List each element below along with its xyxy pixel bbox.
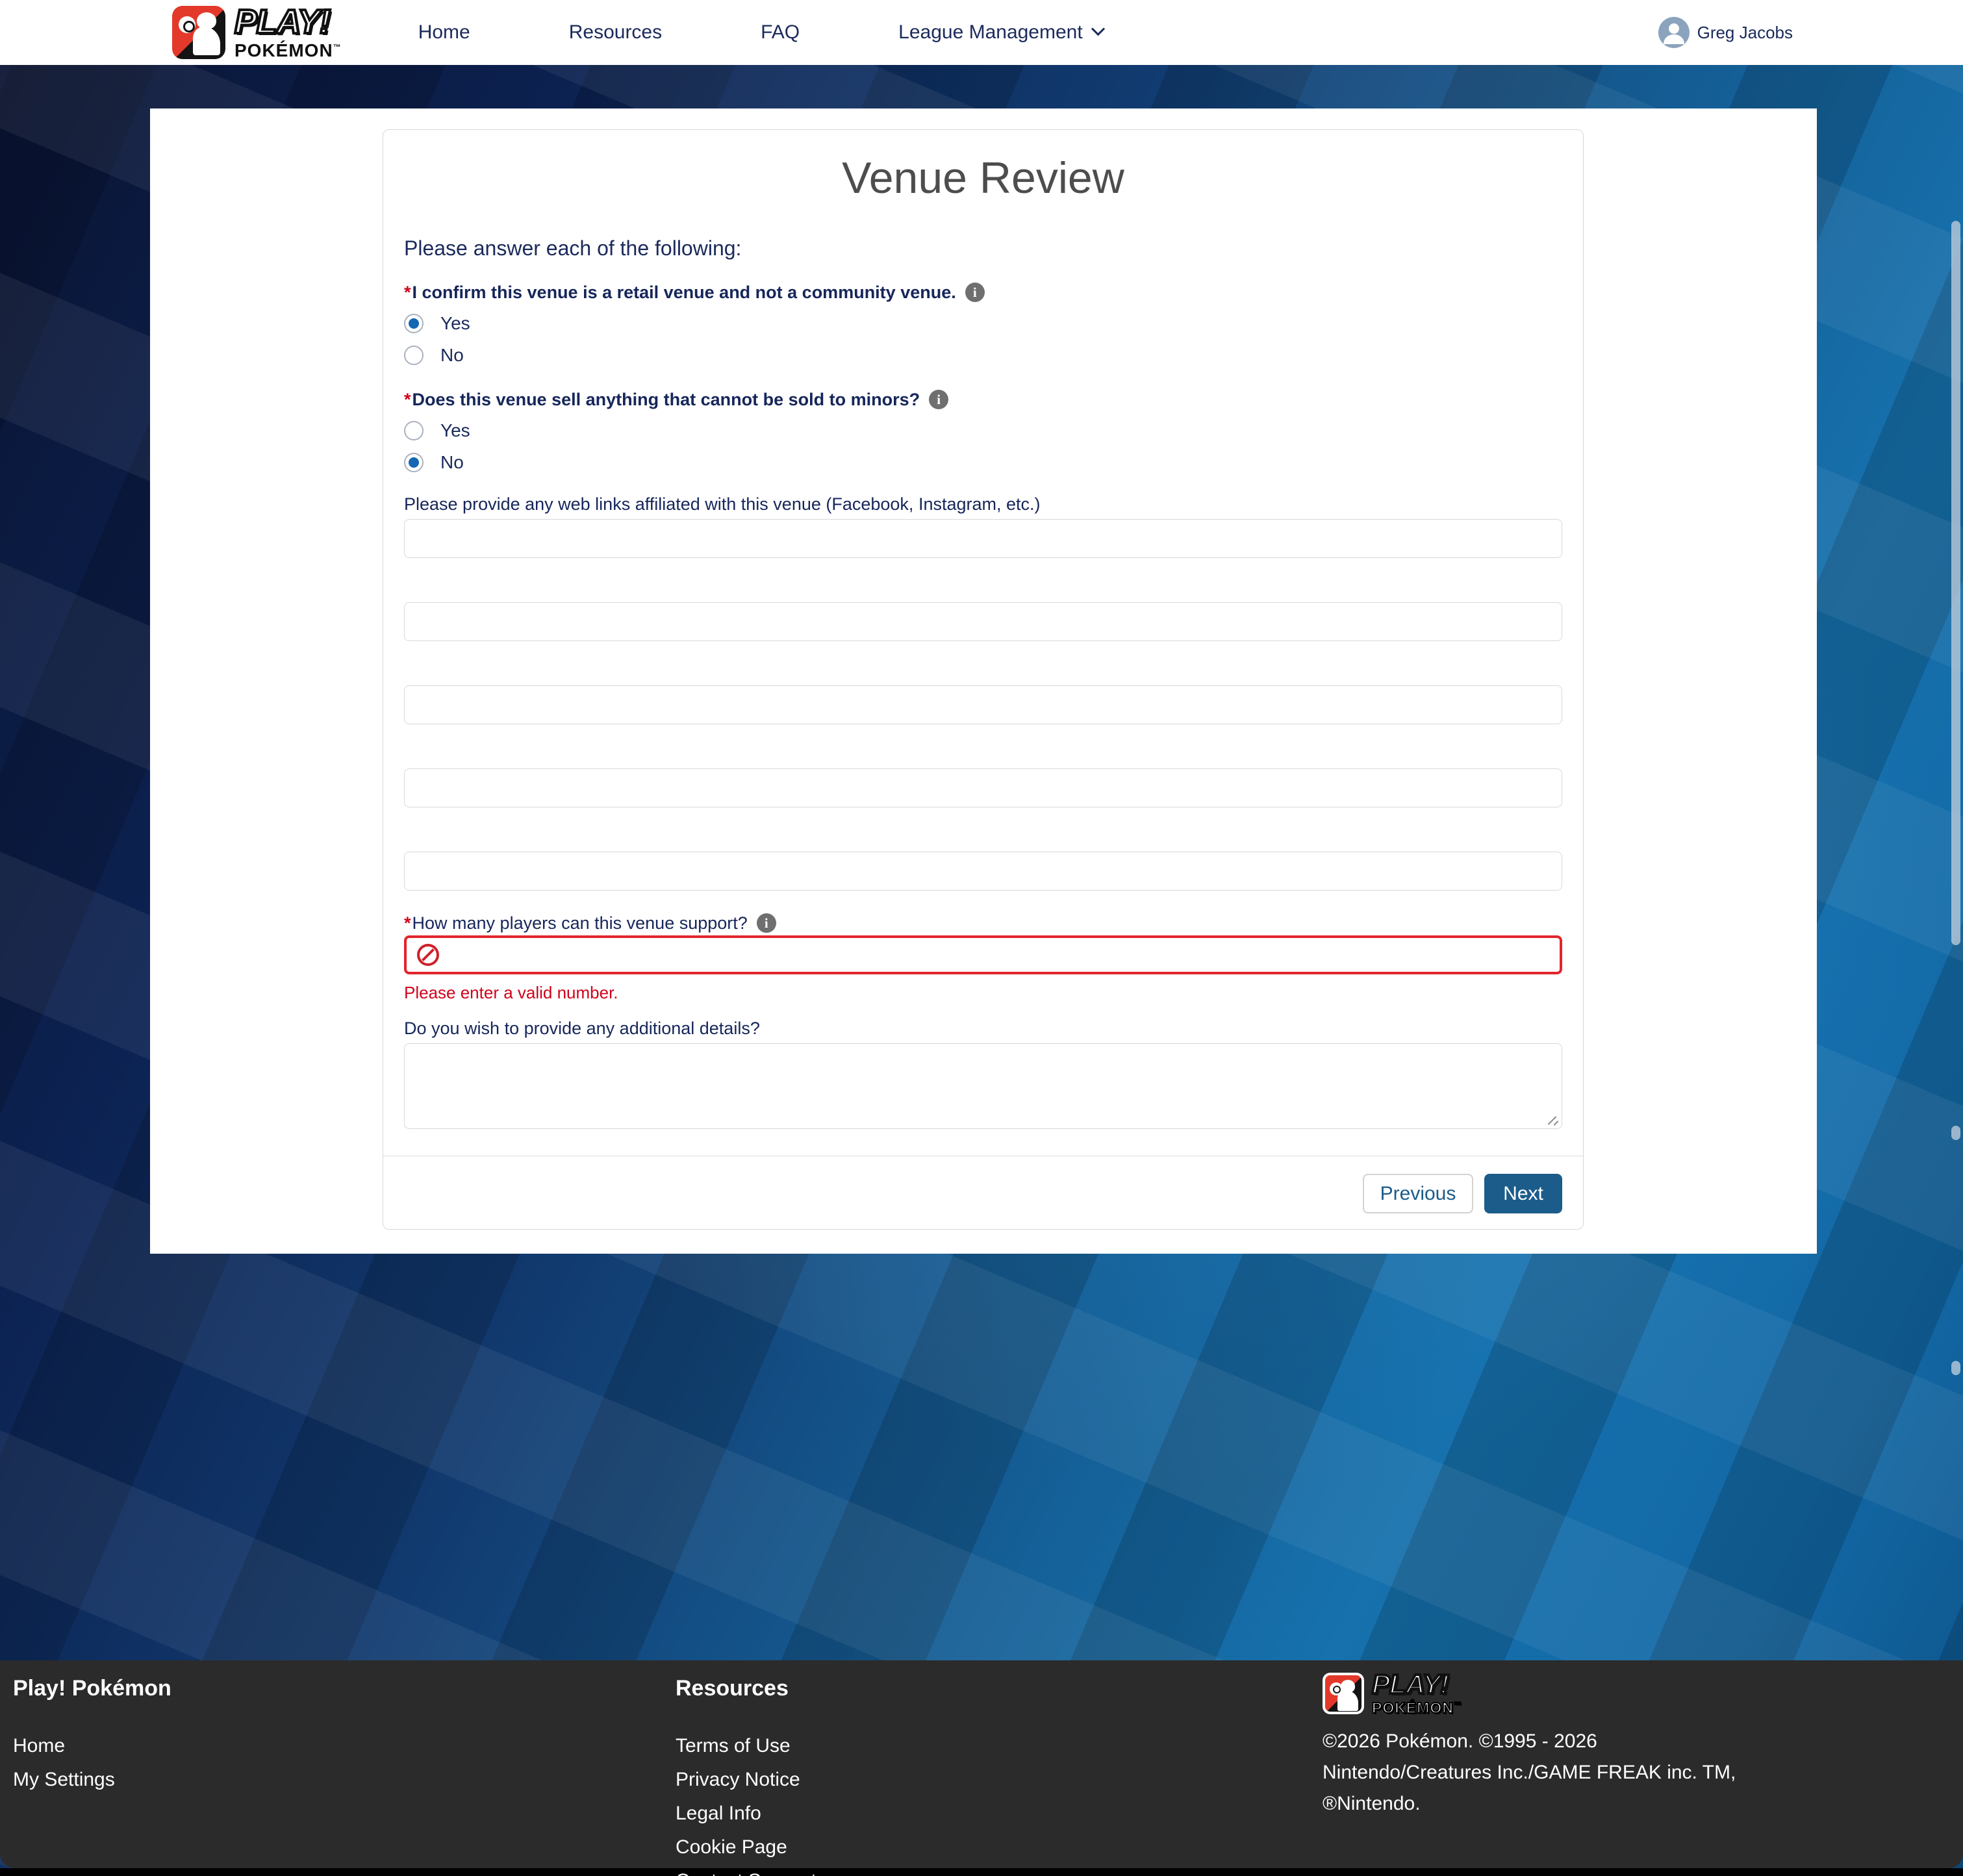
brand-wordmark: PLAY! POKÉMON™ xyxy=(234,5,342,60)
footer-play-pokemon-logo: PLAY! POKÉMON™ xyxy=(1323,1671,1963,1716)
question-player-capacity: *How many players can this venue support… xyxy=(404,913,1562,933)
radio-label: No xyxy=(440,452,464,473)
info-icon[interactable]: i xyxy=(929,390,948,409)
main-nav: Home Resources FAQ League Management xyxy=(418,21,1103,44)
radio-button[interactable] xyxy=(404,346,424,365)
trademark-symbol: ™ xyxy=(1454,1700,1462,1709)
brand-play-text: PLAY! xyxy=(234,5,342,39)
question-text: *Does this venue sell anything that cann… xyxy=(404,388,920,411)
chevron-down-icon xyxy=(1091,22,1105,36)
footer-column-play-pokemon: Play! Pokémon Home My Settings xyxy=(13,1671,676,1868)
info-icon[interactable]: i xyxy=(965,283,985,302)
copyright-line: Nintendo/Creatures Inc./GAME FREAK inc. … xyxy=(1323,1757,1894,1788)
page: PLAY! POKÉMON™ Home Resources FAQ League… xyxy=(0,0,1963,1876)
question-text: *How many players can this venue support… xyxy=(404,913,748,933)
trademark-symbol: ™ xyxy=(333,43,342,52)
radio-option-retail-yes[interactable]: Yes xyxy=(404,314,1562,333)
footer-link-terms-of-use[interactable]: Terms of Use xyxy=(676,1735,1323,1757)
radio-option-minors-yes[interactable]: Yes xyxy=(404,421,1562,440)
footer-link-legal-info[interactable]: Legal Info xyxy=(676,1803,1323,1825)
question-retail-venue: *I confirm this venue is a retail venue … xyxy=(404,281,1562,303)
web-link-input-2[interactable] xyxy=(404,602,1562,641)
player-capacity-field-error xyxy=(404,935,1562,974)
brand-pokemon-text: POKÉMON™ xyxy=(1372,1701,1462,1716)
required-asterisk: * xyxy=(404,283,411,302)
scrollbar-marker[interactable] xyxy=(1951,1126,1960,1140)
trainer-silhouette-icon xyxy=(197,12,216,29)
footer: Play! Pokémon Home My Settings Resources… xyxy=(0,1660,1963,1868)
web-link-input-1[interactable] xyxy=(404,519,1562,558)
nav-resources[interactable]: Resources xyxy=(569,21,662,44)
user-name: Greg Jacobs xyxy=(1697,23,1793,43)
footer-column-resources: Resources Terms of Use Privacy Notice Le… xyxy=(676,1671,1323,1868)
pokeball-icon xyxy=(179,16,196,33)
web-link-input-5[interactable] xyxy=(404,852,1562,891)
previous-button[interactable]: Previous xyxy=(1363,1174,1473,1213)
info-icon[interactable]: i xyxy=(757,913,776,933)
brand-play-text: PLAY! xyxy=(1372,1671,1462,1698)
copyright-line: ®Nintendo. xyxy=(1323,1788,1894,1819)
page-title: Venue Review xyxy=(404,149,1562,207)
nav-faq[interactable]: FAQ xyxy=(761,21,800,44)
brand-pokemon-text: POKÉMON™ xyxy=(234,42,342,60)
question-sell-to-minors: *Does this venue sell anything that cann… xyxy=(404,388,1562,411)
radio-label: Yes xyxy=(440,313,470,334)
form-intro-text: Please answer each of the following: xyxy=(404,235,1562,261)
footer-link-contact-support[interactable]: Contact Support xyxy=(676,1870,1323,1876)
footer-heading: Resources xyxy=(676,1676,1323,1701)
footer-link-home[interactable]: Home xyxy=(13,1735,676,1757)
question-text: *I confirm this venue is a retail venue … xyxy=(404,281,956,303)
brand-wordmark: PLAY! POKÉMON™ xyxy=(1372,1671,1462,1716)
player-capacity-input[interactable] xyxy=(448,938,1549,972)
additional-details-textarea[interactable] xyxy=(404,1043,1562,1129)
scrollbar-marker[interactable] xyxy=(1951,1361,1960,1375)
nav-league-management[interactable]: League Management xyxy=(898,21,1103,44)
radio-option-retail-no[interactable]: No xyxy=(404,346,1562,365)
copyright-text: ©2026 Pokémon. ©1995 - 2026 Nintendo/Cre… xyxy=(1323,1726,1894,1819)
form-actions: Previous Next xyxy=(404,1174,1562,1213)
radio-label: No xyxy=(440,345,464,366)
radio-option-minors-no[interactable]: No xyxy=(404,453,1562,472)
web-link-input-3[interactable] xyxy=(404,685,1562,724)
footer-link-cookie-page[interactable]: Cookie Page xyxy=(676,1836,1323,1858)
question-additional-details: Do you wish to provide any additional de… xyxy=(404,1019,1562,1038)
radio-button[interactable] xyxy=(404,421,424,440)
footer-column-legal: PLAY! POKÉMON™ ©2026 Pokémon. ©1995 - 20… xyxy=(1323,1671,1963,1868)
play-pokemon-badge-icon xyxy=(172,6,225,59)
venue-review-card: Venue Review Please answer each of the f… xyxy=(383,129,1584,1230)
required-asterisk: * xyxy=(404,913,411,933)
footer-link-my-settings[interactable]: My Settings xyxy=(13,1769,676,1791)
copyright-line: ©2026 Pokémon. ©1995 - 2026 xyxy=(1323,1726,1894,1757)
content-panel: Venue Review Please answer each of the f… xyxy=(150,108,1817,1254)
footer-heading: Play! Pokémon xyxy=(13,1676,676,1701)
radio-button[interactable] xyxy=(404,453,424,472)
user-menu[interactable]: Greg Jacobs xyxy=(1658,17,1793,48)
radio-label: Yes xyxy=(440,420,470,441)
footer-link-privacy-notice[interactable]: Privacy Notice xyxy=(676,1769,1323,1791)
play-pokemon-logo[interactable]: PLAY! POKÉMON™ xyxy=(172,5,342,60)
next-button[interactable]: Next xyxy=(1484,1174,1562,1213)
nav-home[interactable]: Home xyxy=(418,21,470,44)
avatar-icon xyxy=(1658,17,1690,48)
trainer-silhouette-icon xyxy=(1341,1680,1355,1693)
question-web-links: Please provide any web links affiliated … xyxy=(404,494,1562,514)
validation-error-message: Please enter a valid number. xyxy=(404,983,1562,1002)
top-navigation-bar: PLAY! POKÉMON™ Home Resources FAQ League… xyxy=(0,0,1963,65)
required-asterisk: * xyxy=(404,390,411,409)
play-pokemon-badge-icon xyxy=(1323,1673,1364,1714)
scrollbar-thumb[interactable] xyxy=(1951,221,1960,945)
additional-details-wrap xyxy=(404,1043,1562,1129)
web-link-input-4[interactable] xyxy=(404,768,1562,807)
radio-button[interactable] xyxy=(404,314,424,333)
blocked-icon xyxy=(417,944,439,966)
